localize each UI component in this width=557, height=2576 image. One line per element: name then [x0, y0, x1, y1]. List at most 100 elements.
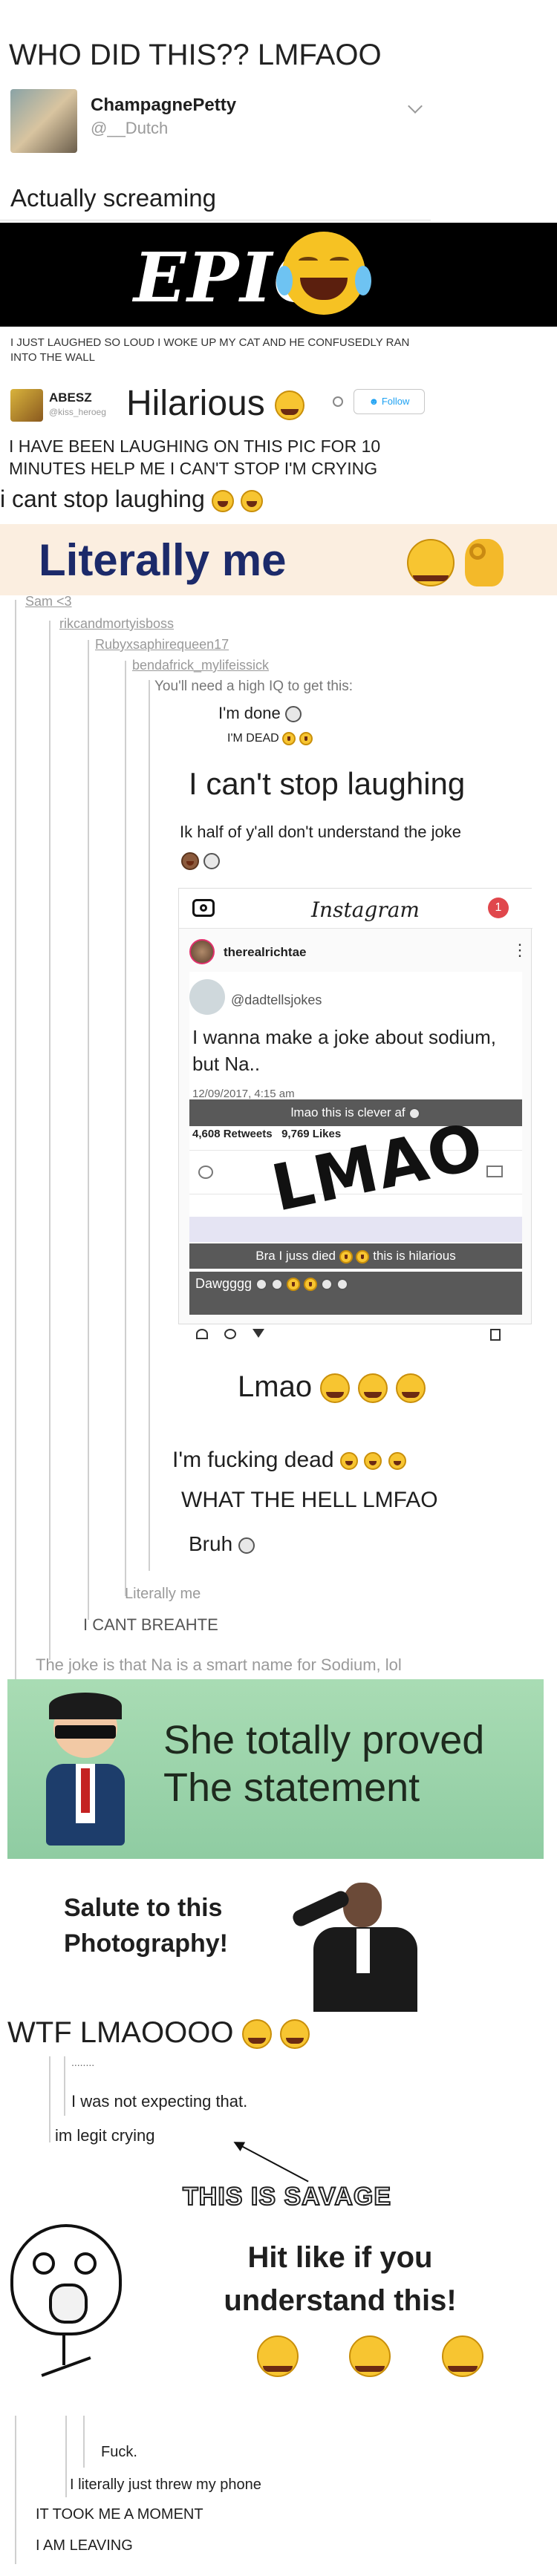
instagram-logo: Instagram	[311, 898, 420, 922]
notification-badge[interactable]: 1	[488, 898, 509, 918]
follow-icon: ☻	[368, 396, 380, 407]
cartoon-guy-icon	[37, 1693, 134, 1846]
comment-text: Bra I juss died	[255, 1249, 336, 1263]
dead-text: I'm fucking dead	[172, 1448, 334, 1472]
thread-text: Bruh	[189, 1532, 255, 1556]
woman-icon	[181, 852, 199, 871]
thread-line	[64, 2056, 65, 2116]
comment-text: lmao this is clever af	[290, 1105, 405, 1119]
follow-label: Follow	[381, 396, 410, 407]
thread-line	[49, 621, 51, 1660]
thread-text: ........	[71, 2056, 95, 2068]
tweet-screenshot: @dadtellsjokes I wanna make a joke about…	[189, 972, 522, 1315]
thread-heading: I can't stop laughing	[189, 766, 466, 801]
comment-overlay: Bra I juss died this is hilarious	[189, 1243, 522, 1269]
reply-icon[interactable]	[198, 1166, 213, 1179]
instagram-action-bar	[178, 1326, 532, 1341]
thread-heading: Lmao	[238, 1370, 426, 1404]
tweet-text: Actually screaming	[10, 184, 216, 212]
thread-text: WHAT THE HELL LMFAO	[181, 1488, 438, 1512]
literally-banner: Literally me	[0, 524, 557, 595]
laughing-emoji-icon	[364, 1452, 382, 1471]
thread-text: You'll need a high IQ to get this:	[154, 679, 354, 694]
display-name[interactable]: ChampagnePetty	[91, 95, 236, 116]
thread-text: I CANT BREAHTE	[83, 1615, 218, 1634]
thread-line	[15, 600, 16, 1691]
avatar[interactable]	[10, 389, 43, 422]
laughing-emoji-icon	[282, 732, 296, 745]
avatar[interactable]	[10, 89, 77, 153]
tears-of-joy-icon	[276, 232, 371, 315]
skull-icon	[255, 1278, 268, 1291]
joke-text: I wanna make a joke about sodium, but Na…	[192, 1026, 497, 1075]
comment-overlay: Dawgggg	[189, 1272, 522, 1315]
thread-line	[49, 2056, 51, 2142]
wtf-text: WTF LMAOOOO	[7, 2016, 234, 2049]
thread-line	[88, 640, 89, 1620]
skull-icon	[408, 1107, 421, 1119]
skull-icon	[238, 1537, 255, 1554]
lmao-text: Lmao	[238, 1370, 313, 1403]
thread-text: The joke is that Na is a smart name for …	[36, 1655, 402, 1674]
proved-text: She totally proved The statement	[163, 1718, 485, 1810]
laughing-emoji-icon	[441, 2335, 483, 2377]
share-icon[interactable]	[253, 1329, 264, 1338]
more-options-icon[interactable]: ⋮	[512, 941, 528, 960]
rage-face-icon	[10, 2224, 126, 2380]
likes-count: 9,769 Likes	[281, 1128, 342, 1140]
thread-text: I literally just threw my phone	[70, 2477, 261, 2493]
laughing-emoji-icon	[339, 1249, 353, 1264]
post-title: WHO DID THIS?? LMFAOO	[9, 39, 382, 71]
epic-banner: EPIC	[0, 223, 557, 327]
thread-line	[65, 2416, 67, 2497]
thread-line	[83, 2416, 85, 2468]
proved-banner: She totally proved The statement	[7, 1679, 544, 1859]
thread-user[interactable]: bendafrick_mylifeissick	[132, 658, 269, 673]
hilarious-title: Hilarious	[126, 383, 305, 424]
laughing-emoji-icon	[356, 1249, 370, 1264]
epic-caption: I JUST LAUGHED SO LOUD I WOKE UP MY CAT …	[10, 336, 410, 364]
thread-line	[125, 661, 126, 1596]
sub-comment: i cant stop laughing	[0, 486, 263, 513]
follow-button[interactable]: ☻ Follow	[354, 389, 425, 414]
laughing-emoji-icon	[279, 2019, 310, 2050]
done-text: I'm done	[218, 704, 281, 722]
dead-text: I'M DEAD	[227, 732, 279, 745]
laughing-emoji-icon	[275, 390, 305, 421]
thread-user[interactable]: Sam <3	[25, 594, 72, 609]
saluting-man-image	[290, 1883, 425, 2012]
skull-icon	[271, 1278, 284, 1291]
laughing-emoji-icon	[241, 2019, 272, 2050]
thread-user[interactable]: rikcandmortyisboss	[59, 616, 174, 632]
chevron-down-icon[interactable]	[408, 99, 423, 114]
thread-line	[149, 680, 150, 1571]
ok-hand-icon	[465, 539, 504, 586]
hit-like-text: Hit like if you understand this!	[224, 2241, 457, 2317]
thread-user[interactable]: Rubyxsaphirequeen17	[95, 637, 229, 653]
bruh-text: Bruh	[189, 1532, 233, 1555]
heart-icon[interactable]	[196, 1329, 208, 1339]
thread-text: IT TOOK ME A MOMENT	[36, 2506, 203, 2523]
laughing-emoji-icon	[396, 1373, 426, 1404]
display-name[interactable]: ABESZ	[49, 390, 92, 405]
hilarious-text: Hilarious	[126, 384, 265, 423]
comment-icon[interactable]	[224, 1329, 236, 1339]
literally-text: Literally me	[39, 535, 287, 585]
lavender-band	[189, 1217, 522, 1242]
bookmark-icon[interactable]	[490, 1329, 501, 1341]
thread-text: I'M DEAD	[227, 732, 313, 745]
tweet-date: 12/09/2017, 4:15 am	[192, 1088, 295, 1100]
post-username[interactable]: therealrichtae	[224, 945, 307, 960]
arrow-icon	[231, 2137, 309, 2183]
user-handle: @__Dutch	[91, 119, 169, 137]
thread-text: Ik half of y'all don't understand the jo…	[180, 823, 461, 841]
thread-text: I'm done	[218, 704, 302, 723]
retweets-count: 4,608 Retweets	[192, 1128, 273, 1140]
avatar[interactable]	[189, 939, 215, 964]
skull-icon	[284, 706, 302, 723]
camera-icon[interactable]	[192, 899, 215, 917]
laughing-emoji-icon	[320, 1373, 351, 1404]
grinning-emoji-icon	[407, 539, 455, 586]
skull-icon	[321, 1278, 333, 1291]
gear-icon[interactable]	[333, 396, 343, 407]
